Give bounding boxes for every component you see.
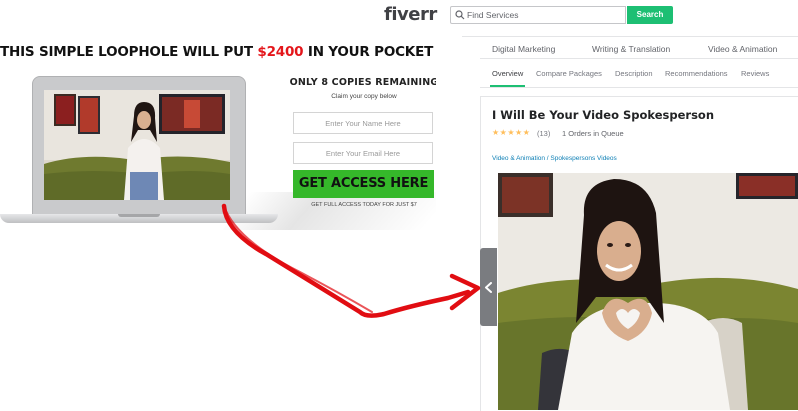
red-curved-arrow xyxy=(221,203,481,318)
